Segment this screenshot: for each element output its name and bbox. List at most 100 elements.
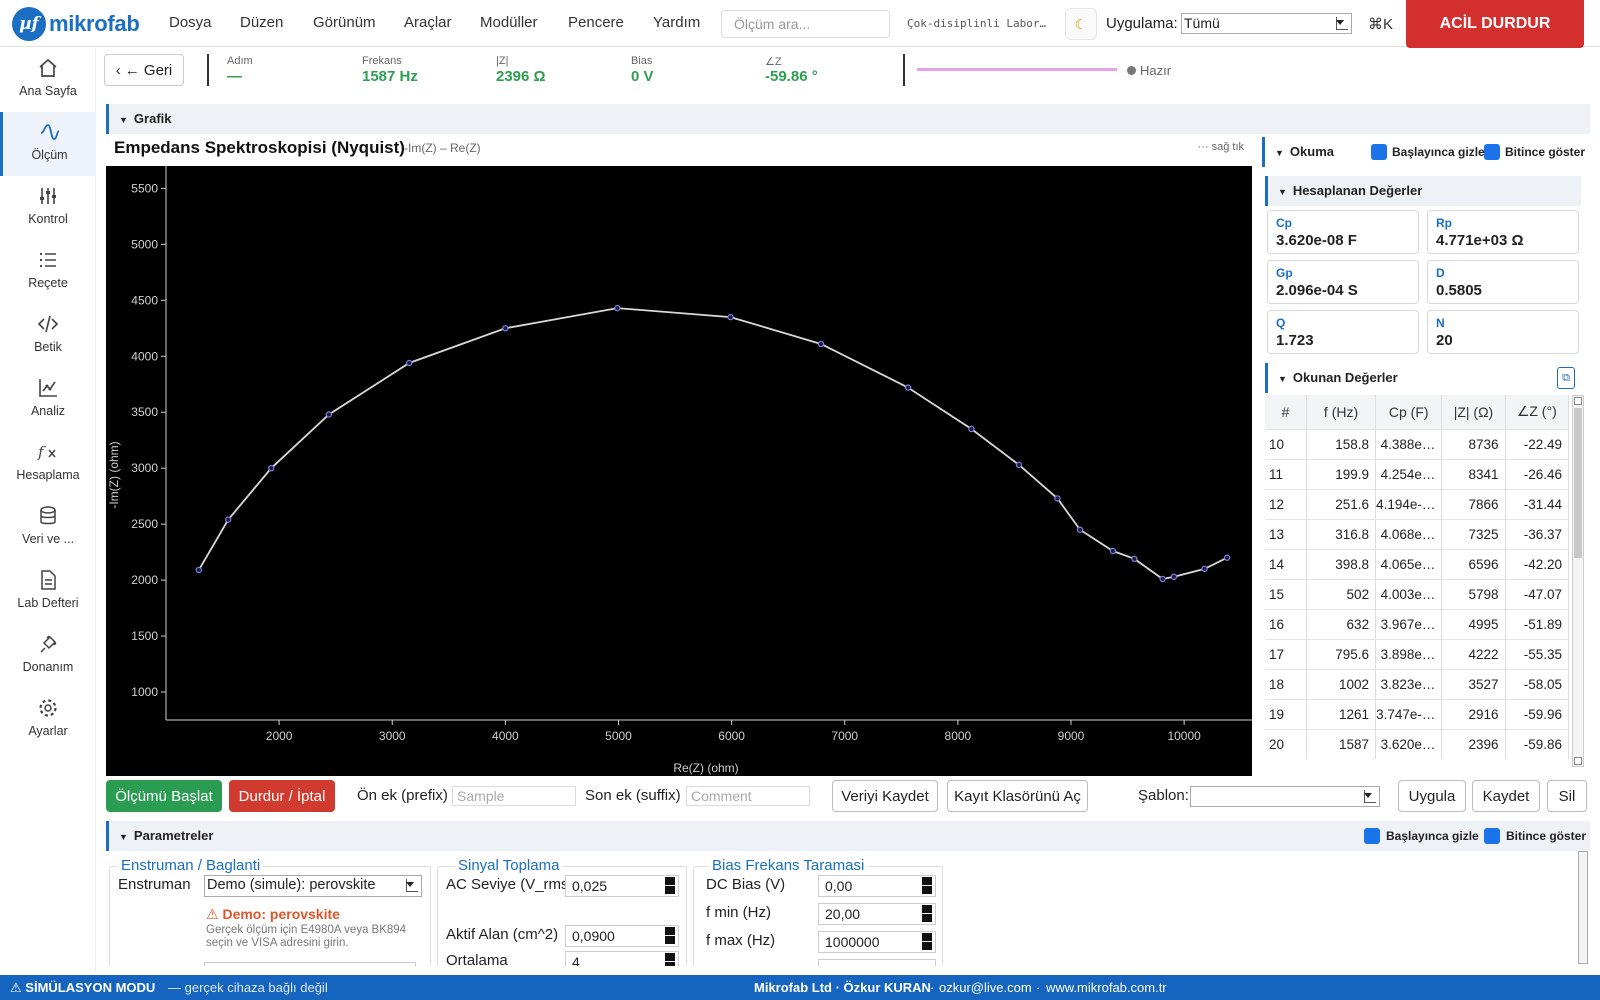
sidebar-item-data[interactable]: Veri ve ... (0, 496, 96, 560)
graph-section-header[interactable]: ▼ Grafik (106, 104, 1590, 134)
chart-context-hint[interactable]: ··· sağ tık (1198, 141, 1244, 153)
table-row[interactable]: 10 158.8 4.388e… 8736 -22.49 (1265, 428, 1570, 459)
start-measurement-button[interactable]: Ölçümü Başlat (106, 780, 222, 812)
sidebar-item-recipe[interactable]: Reçete (0, 240, 96, 304)
save-template-button[interactable]: Kaydet (1472, 780, 1540, 812)
footer-separator: · (930, 980, 935, 995)
table-row[interactable]: 11 199.9 4.254e… 8341 -26.46 (1265, 458, 1570, 489)
sidebar-item-measure[interactable]: Ölçüm (0, 112, 96, 176)
prefix-input[interactable] (452, 786, 576, 806)
parameters-section-title: Parametreler (133, 828, 214, 843)
menu-help[interactable]: Yardım (653, 14, 700, 31)
hide-on-start-checkbox[interactable] (1371, 144, 1387, 160)
table-cell: 1587 (1306, 728, 1377, 759)
scroll-up-icon[interactable] (1574, 397, 1582, 405)
table-cell: 4.068e… (1375, 518, 1443, 549)
show-on-end-checkbox[interactable] (1484, 144, 1500, 160)
menu-edit[interactable]: Düzen (240, 14, 283, 31)
open-folder-button[interactable]: Kayıt Klasörünü Aç (947, 780, 1088, 812)
stepper-icon[interactable] (921, 876, 933, 896)
suffix-input[interactable] (686, 786, 810, 806)
sidebar-item-hardware[interactable]: Donanım (0, 624, 96, 688)
triangle-down-icon: ▼ (119, 115, 128, 125)
params-show-on-end-checkbox[interactable] (1484, 828, 1500, 844)
column-header[interactable]: Cp (F) (1375, 395, 1443, 429)
table-row[interactable]: 15 502 4.003e… 5798 -47.07 (1265, 578, 1570, 609)
visa-address-field[interactable] (204, 962, 416, 966)
column-header[interactable]: f (Hz) (1306, 395, 1377, 429)
stop-cancel-button[interactable]: Durdur / İptal (229, 780, 335, 812)
table-row[interactable]: 13 316.8 4.068e… 7325 -36.37 (1265, 518, 1570, 549)
template-select[interactable] (1190, 786, 1380, 807)
card-key: Rp (1436, 216, 1452, 230)
parameters-scrollbar[interactable] (1578, 851, 1588, 964)
simulation-mode-text: SİMÜLASYON MODU (25, 980, 156, 995)
dc-bias-input[interactable]: 0,00 (818, 875, 936, 897)
column-header[interactable]: # (1265, 395, 1307, 429)
save-data-button[interactable]: Veriyi Kaydet (832, 780, 938, 812)
table-row[interactable]: 18 1002 3.823e… 3527 -58.05 (1265, 668, 1570, 699)
stepper-icon[interactable] (664, 952, 676, 966)
sidebar-item-script[interactable]: Betik (0, 304, 96, 368)
scroll-thumb[interactable] (1574, 408, 1582, 558)
theme-toggle-button[interactable]: ☾ (1065, 8, 1097, 40)
sidebar-item-settings[interactable]: Ayarlar (0, 688, 96, 752)
stepper-icon[interactable] (664, 926, 676, 946)
search-input[interactable] (721, 10, 890, 38)
stepper-icon[interactable] (664, 876, 676, 896)
apply-template-button[interactable]: Uygula (1398, 780, 1466, 812)
scroll-down-icon[interactable] (1574, 757, 1582, 765)
sidebar-item-lab-notebook[interactable]: Lab Defteri (0, 560, 96, 624)
instrument-select[interactable]: Demo (simule): perovskite (204, 875, 422, 897)
back-button[interactable]: ‹ ← Geri (104, 54, 184, 86)
averaging-input[interactable]: 4 (565, 951, 679, 966)
read-values-header[interactable]: ▼ Okunan Değerler (1265, 363, 1581, 393)
emergency-stop-button[interactable]: ACİL DURDUR (1406, 0, 1584, 48)
f-min-input[interactable]: 20,00 (818, 903, 936, 925)
svg-text:f: f (37, 443, 46, 461)
sweep-points-input[interactable] (818, 959, 936, 966)
menu-view[interactable]: Görünüm (313, 14, 376, 31)
table-row[interactable]: 12 251.6 4.194e-… 7866 -31.44 (1265, 488, 1570, 519)
ac-level-input[interactable]: 0,025 (565, 875, 679, 897)
footer-website[interactable]: www.mikrofab.com.tr (1046, 980, 1167, 995)
sidebar-item-home[interactable]: Ana Sayfa (0, 48, 96, 112)
active-area-input[interactable]: 0,0900 (565, 925, 679, 947)
f-max-input[interactable]: 1000000 (818, 931, 936, 953)
table-row[interactable]: 16 632 3.967e… 4995 -51.89 (1265, 608, 1570, 639)
table-scrollbar[interactable] (1572, 395, 1584, 767)
params-hide-on-start-checkbox[interactable] (1364, 828, 1380, 844)
menu-modules[interactable]: Modüller (480, 14, 538, 31)
stepper-icon[interactable] (921, 932, 933, 952)
stepper-icon[interactable] (921, 904, 933, 924)
table-row[interactable]: 20 1587 3.620e… 2396 -59.86 (1265, 728, 1570, 759)
lab-name[interactable]: Çok-disiplinli Labor… (907, 17, 1046, 30)
nyquist-chart[interactable]: 2000 3000 4000 5000 6000 7000 8000 9000 10000 100… (106, 166, 1252, 776)
app-logo[interactable]: µf mikrofab (12, 7, 140, 41)
y-tick-label: 5000 (131, 237, 158, 251)
delete-template-button[interactable]: Sil (1547, 780, 1587, 812)
sidebar-item-control[interactable]: Kontrol (0, 176, 96, 240)
column-header[interactable]: ∠Z (°) (1505, 395, 1570, 429)
calculated-values-header[interactable]: ▼ Hesaplanan Değerler (1265, 176, 1581, 206)
menu-window[interactable]: Pencere (568, 14, 624, 31)
footer-email[interactable]: ozkur@live.com (939, 980, 1032, 995)
sidebar-item-analysis[interactable]: Analiz (0, 368, 96, 432)
command-palette-shortcut[interactable]: ⌘K (1368, 15, 1393, 33)
table-cell: 4.003e… (1375, 578, 1443, 609)
triangle-down-icon: ▼ (1278, 374, 1287, 384)
copy-table-button[interactable]: ⧉ (1557, 367, 1575, 389)
menu-tools[interactable]: Araçlar (404, 14, 452, 31)
menu-file[interactable]: Dosya (169, 14, 212, 31)
table-row[interactable]: 17 795.6 3.898e… 4222 -55.35 (1265, 638, 1570, 669)
value-card-rp: Rp 4.771e+03 Ω (1427, 210, 1579, 254)
triangle-down-icon: ▼ (119, 832, 128, 842)
wave-icon (40, 124, 59, 140)
sidebar-item-calculation[interactable]: f Hesaplama (0, 432, 96, 496)
app-filter-select[interactable]: Tümü (1181, 13, 1352, 34)
column-header[interactable]: |Z| (Ω) (1441, 395, 1506, 429)
table-row[interactable]: 19 1261 3.747e-… 2916 -59.96 (1265, 698, 1570, 729)
table-row[interactable]: 14 398.8 4.065e… 6596 -42.20 (1265, 548, 1570, 579)
sidebar-item-label: Kontrol (28, 212, 68, 226)
value-card-gp: Gp 2.096e-04 S (1267, 260, 1419, 304)
